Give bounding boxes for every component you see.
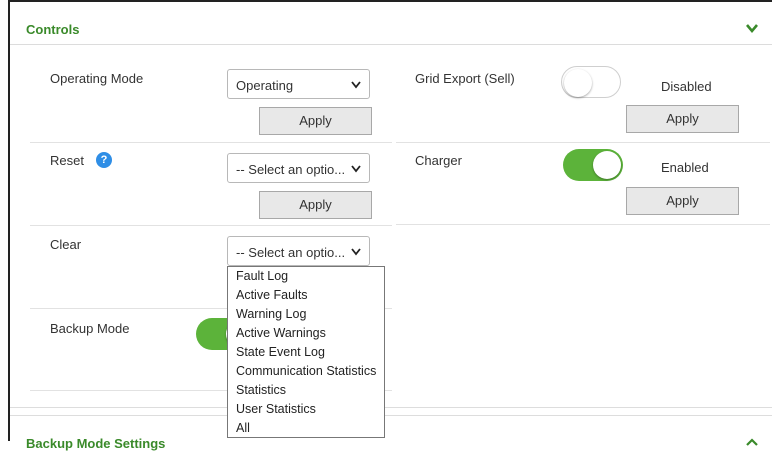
divider [396, 142, 770, 143]
operating-mode-label: Operating Mode [50, 71, 144, 86]
controls-panel-header[interactable]: Controls [10, 2, 772, 45]
option-user-statistics[interactable]: User Statistics [228, 400, 384, 419]
option-fault-log[interactable]: Fault Log [228, 267, 384, 286]
chevron-down-icon [351, 81, 361, 89]
divider [396, 224, 770, 225]
grid-export-apply-button[interactable]: Apply [626, 105, 739, 133]
option-all[interactable]: All [228, 419, 384, 438]
chevron-down-icon [351, 248, 361, 256]
grid-export-state: Disabled [661, 79, 712, 94]
chevron-up-icon[interactable] [746, 438, 758, 446]
toggle-knob [564, 69, 592, 97]
panel-title: Controls [26, 22, 80, 37]
divider [30, 142, 392, 143]
option-active-faults[interactable]: Active Faults [228, 286, 384, 305]
help-icon[interactable]: ? [96, 152, 112, 168]
grid-export-toggle[interactable] [561, 66, 621, 98]
grid-export-label: Grid Export (Sell) [415, 71, 515, 86]
clear-value: -- Select an optio... [236, 245, 346, 260]
reset-select[interactable]: -- Select an optio... [227, 153, 370, 183]
clear-options-list[interactable]: Fault Log Active Faults Warning Log Acti… [227, 266, 385, 438]
option-warning-log[interactable]: Warning Log [228, 305, 384, 324]
backup-mode-settings-panel[interactable]: Backup Mode Settings [10, 415, 772, 451]
reset-apply-button[interactable]: Apply [259, 191, 372, 219]
backup-mode-label: Backup Mode [50, 321, 130, 336]
chevron-down-icon [351, 165, 361, 173]
operating-mode-value: Operating [236, 78, 294, 93]
clear-label: Clear [50, 237, 82, 252]
reset-value: -- Select an optio... [236, 162, 346, 177]
reset-label: Reset [50, 153, 84, 168]
toggle-knob [593, 151, 621, 179]
charger-label: Charger [415, 153, 462, 168]
operating-mode-select[interactable]: Operating [227, 69, 370, 99]
operating-mode-apply-button[interactable]: Apply [259, 107, 372, 135]
backup-mode-settings-title: Backup Mode Settings [26, 436, 166, 451]
option-statistics[interactable]: Statistics [228, 381, 384, 400]
charger-toggle[interactable] [563, 149, 623, 181]
divider [30, 225, 392, 226]
option-communication-statistics[interactable]: Communication Statistics [228, 362, 384, 381]
clear-select[interactable]: -- Select an optio... [227, 236, 370, 266]
charger-apply-button[interactable]: Apply [626, 187, 739, 215]
option-active-warnings[interactable]: Active Warnings [228, 324, 384, 343]
charger-state: Enabled [661, 160, 709, 175]
controls-panel: Controls Operating Mode Operating Apply … [10, 2, 772, 408]
chevron-down-icon[interactable] [745, 22, 759, 34]
option-state-event-log[interactable]: State Event Log [228, 343, 384, 362]
